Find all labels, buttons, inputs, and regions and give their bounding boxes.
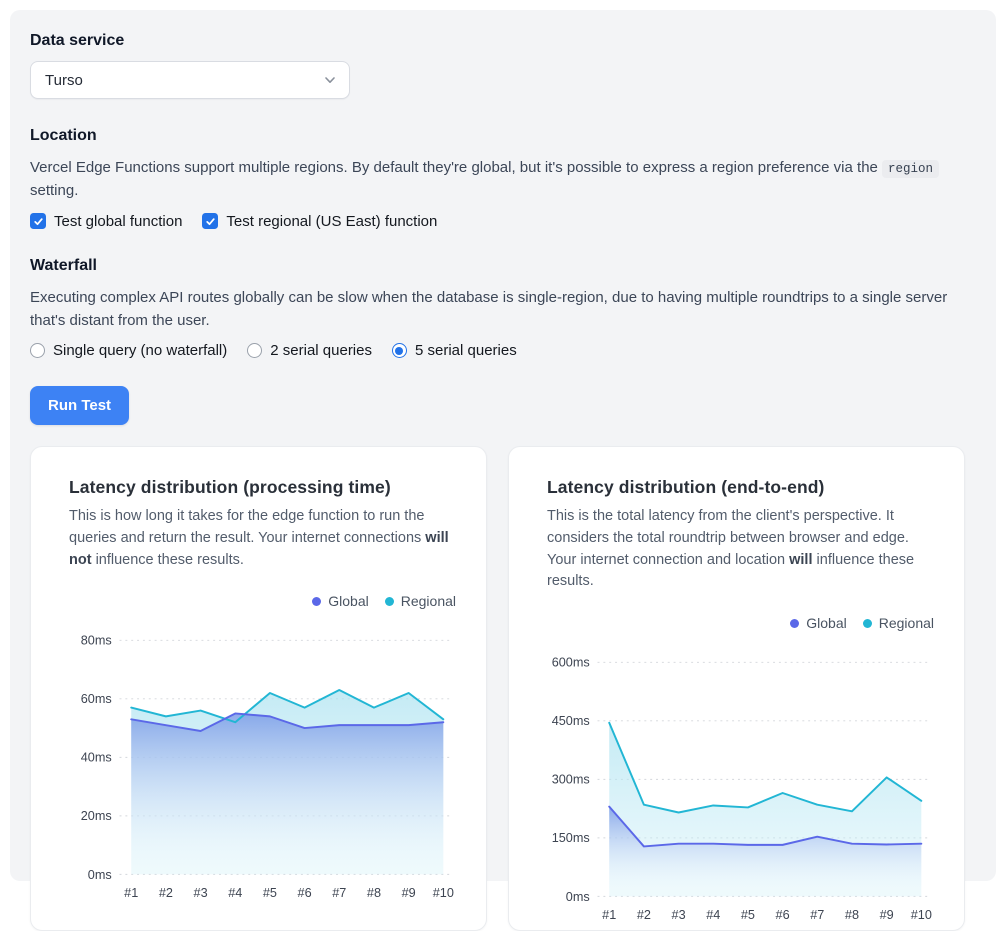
latency-end-to-end-chart: 0ms 150ms 300ms 450ms 600ms #1 #2 #3 #4 #5 #6 #7 #8 #… xyxy=(539,635,934,928)
svg-text:600ms: 600ms xyxy=(552,656,590,670)
data-service-selected-value: Turso xyxy=(45,72,83,89)
legend-item-regional: Regional xyxy=(385,593,456,609)
radio-2-serial-queries[interactable]: 2 serial queries xyxy=(247,342,372,359)
svg-text:#8: #8 xyxy=(367,886,381,900)
svg-text:#10: #10 xyxy=(433,886,454,900)
svg-text:#2: #2 xyxy=(159,886,173,900)
svg-text:450ms: 450ms xyxy=(552,714,590,728)
chart-legend: Global Regional xyxy=(61,593,456,609)
waterfall-radio-row: Single query (no waterfall) 2 serial que… xyxy=(30,342,976,359)
chart-description: This is how long it takes for the edge f… xyxy=(69,506,456,571)
checkbox-checked-icon xyxy=(202,213,218,229)
location-heading: Location xyxy=(30,127,976,145)
legend-item-regional: Regional xyxy=(863,615,934,631)
svg-text:60ms: 60ms xyxy=(81,693,112,707)
radio-5-serial-queries[interactable]: 5 serial queries xyxy=(392,342,517,359)
svg-text:#8: #8 xyxy=(845,908,859,922)
radio-label: 2 serial queries xyxy=(270,342,372,359)
legend-item-global: Global xyxy=(312,593,368,609)
waterfall-heading: Waterfall xyxy=(30,257,976,275)
run-test-button[interactable]: Run Test xyxy=(30,386,129,425)
radio-label: 5 serial queries xyxy=(415,342,517,359)
svg-text:#3: #3 xyxy=(672,908,686,922)
legend-label: Global xyxy=(806,615,846,631)
svg-text:40ms: 40ms xyxy=(81,751,112,765)
chevron-down-icon xyxy=(323,73,337,87)
svg-text:#7: #7 xyxy=(332,886,346,900)
legend-label: Regional xyxy=(879,615,934,631)
svg-text:#4: #4 xyxy=(706,908,720,922)
location-checkbox-row: Test global function Test regional (US E… xyxy=(30,213,976,230)
card-latency-end-to-end: Latency distribution (end-to-end) This i… xyxy=(508,446,965,931)
svg-text:#2: #2 xyxy=(637,908,651,922)
data-service-select[interactable]: Turso xyxy=(30,61,350,99)
checkbox-test-global[interactable]: Test global function xyxy=(30,213,182,230)
charts-row: Latency distribution (processing time) T… xyxy=(30,446,976,931)
svg-text:0ms: 0ms xyxy=(88,868,112,882)
regional-series-dot-icon xyxy=(385,597,394,606)
legend-label: Regional xyxy=(401,593,456,609)
radio-unselected-icon xyxy=(30,343,45,358)
waterfall-description: Executing complex API routes globally ca… xyxy=(30,286,976,333)
radio-unselected-icon xyxy=(247,343,262,358)
checkbox-label: Test regional (US East) function xyxy=(226,213,437,230)
data-service-heading: Data service xyxy=(30,32,976,50)
global-series-dot-icon xyxy=(790,619,799,628)
card-latency-processing: Latency distribution (processing time) T… xyxy=(30,446,487,931)
radio-selected-icon xyxy=(392,343,407,358)
location-description: Vercel Edge Functions support multiple r… xyxy=(30,156,976,203)
radio-label: Single query (no waterfall) xyxy=(53,342,227,359)
svg-text:#3: #3 xyxy=(194,886,208,900)
svg-text:#6: #6 xyxy=(776,908,790,922)
radio-single-query[interactable]: Single query (no waterfall) xyxy=(30,342,227,359)
chart-legend: Global Regional xyxy=(539,615,934,631)
svg-text:300ms: 300ms xyxy=(552,773,590,787)
global-series-dot-icon xyxy=(312,597,321,606)
svg-text:#1: #1 xyxy=(602,908,616,922)
checkbox-label: Test global function xyxy=(54,213,182,230)
chart-description: This is the total latency from the clien… xyxy=(547,506,934,593)
svg-text:#1: #1 xyxy=(124,886,138,900)
svg-text:#5: #5 xyxy=(263,886,277,900)
chart-title: Latency distribution (end-to-end) xyxy=(547,477,934,498)
legend-label: Global xyxy=(328,593,368,609)
svg-text:#9: #9 xyxy=(880,908,894,922)
checkbox-test-regional[interactable]: Test regional (US East) function xyxy=(202,213,437,230)
legend-item-global: Global xyxy=(790,615,846,631)
region-code-chip: region xyxy=(882,160,939,178)
svg-text:#4: #4 xyxy=(228,886,242,900)
regional-series-dot-icon xyxy=(863,619,872,628)
checkbox-checked-icon xyxy=(30,213,46,229)
svg-text:#7: #7 xyxy=(810,908,824,922)
svg-text:20ms: 20ms xyxy=(81,810,112,824)
svg-text:150ms: 150ms xyxy=(552,831,590,845)
svg-text:#9: #9 xyxy=(402,886,416,900)
chart-title: Latency distribution (processing time) xyxy=(69,477,456,498)
svg-text:80ms: 80ms xyxy=(81,634,112,648)
svg-text:#5: #5 xyxy=(741,908,755,922)
latency-processing-chart: 0ms 20ms 40ms 60ms 80ms #1 #2 #3 #4 #5 #6 #7 #8 #9 #10 xyxy=(61,613,456,906)
svg-text:#10: #10 xyxy=(911,908,932,922)
settings-panel: Data service Turso Location Vercel Edge … xyxy=(10,10,996,881)
svg-text:0ms: 0ms xyxy=(566,890,590,904)
svg-text:#6: #6 xyxy=(298,886,312,900)
